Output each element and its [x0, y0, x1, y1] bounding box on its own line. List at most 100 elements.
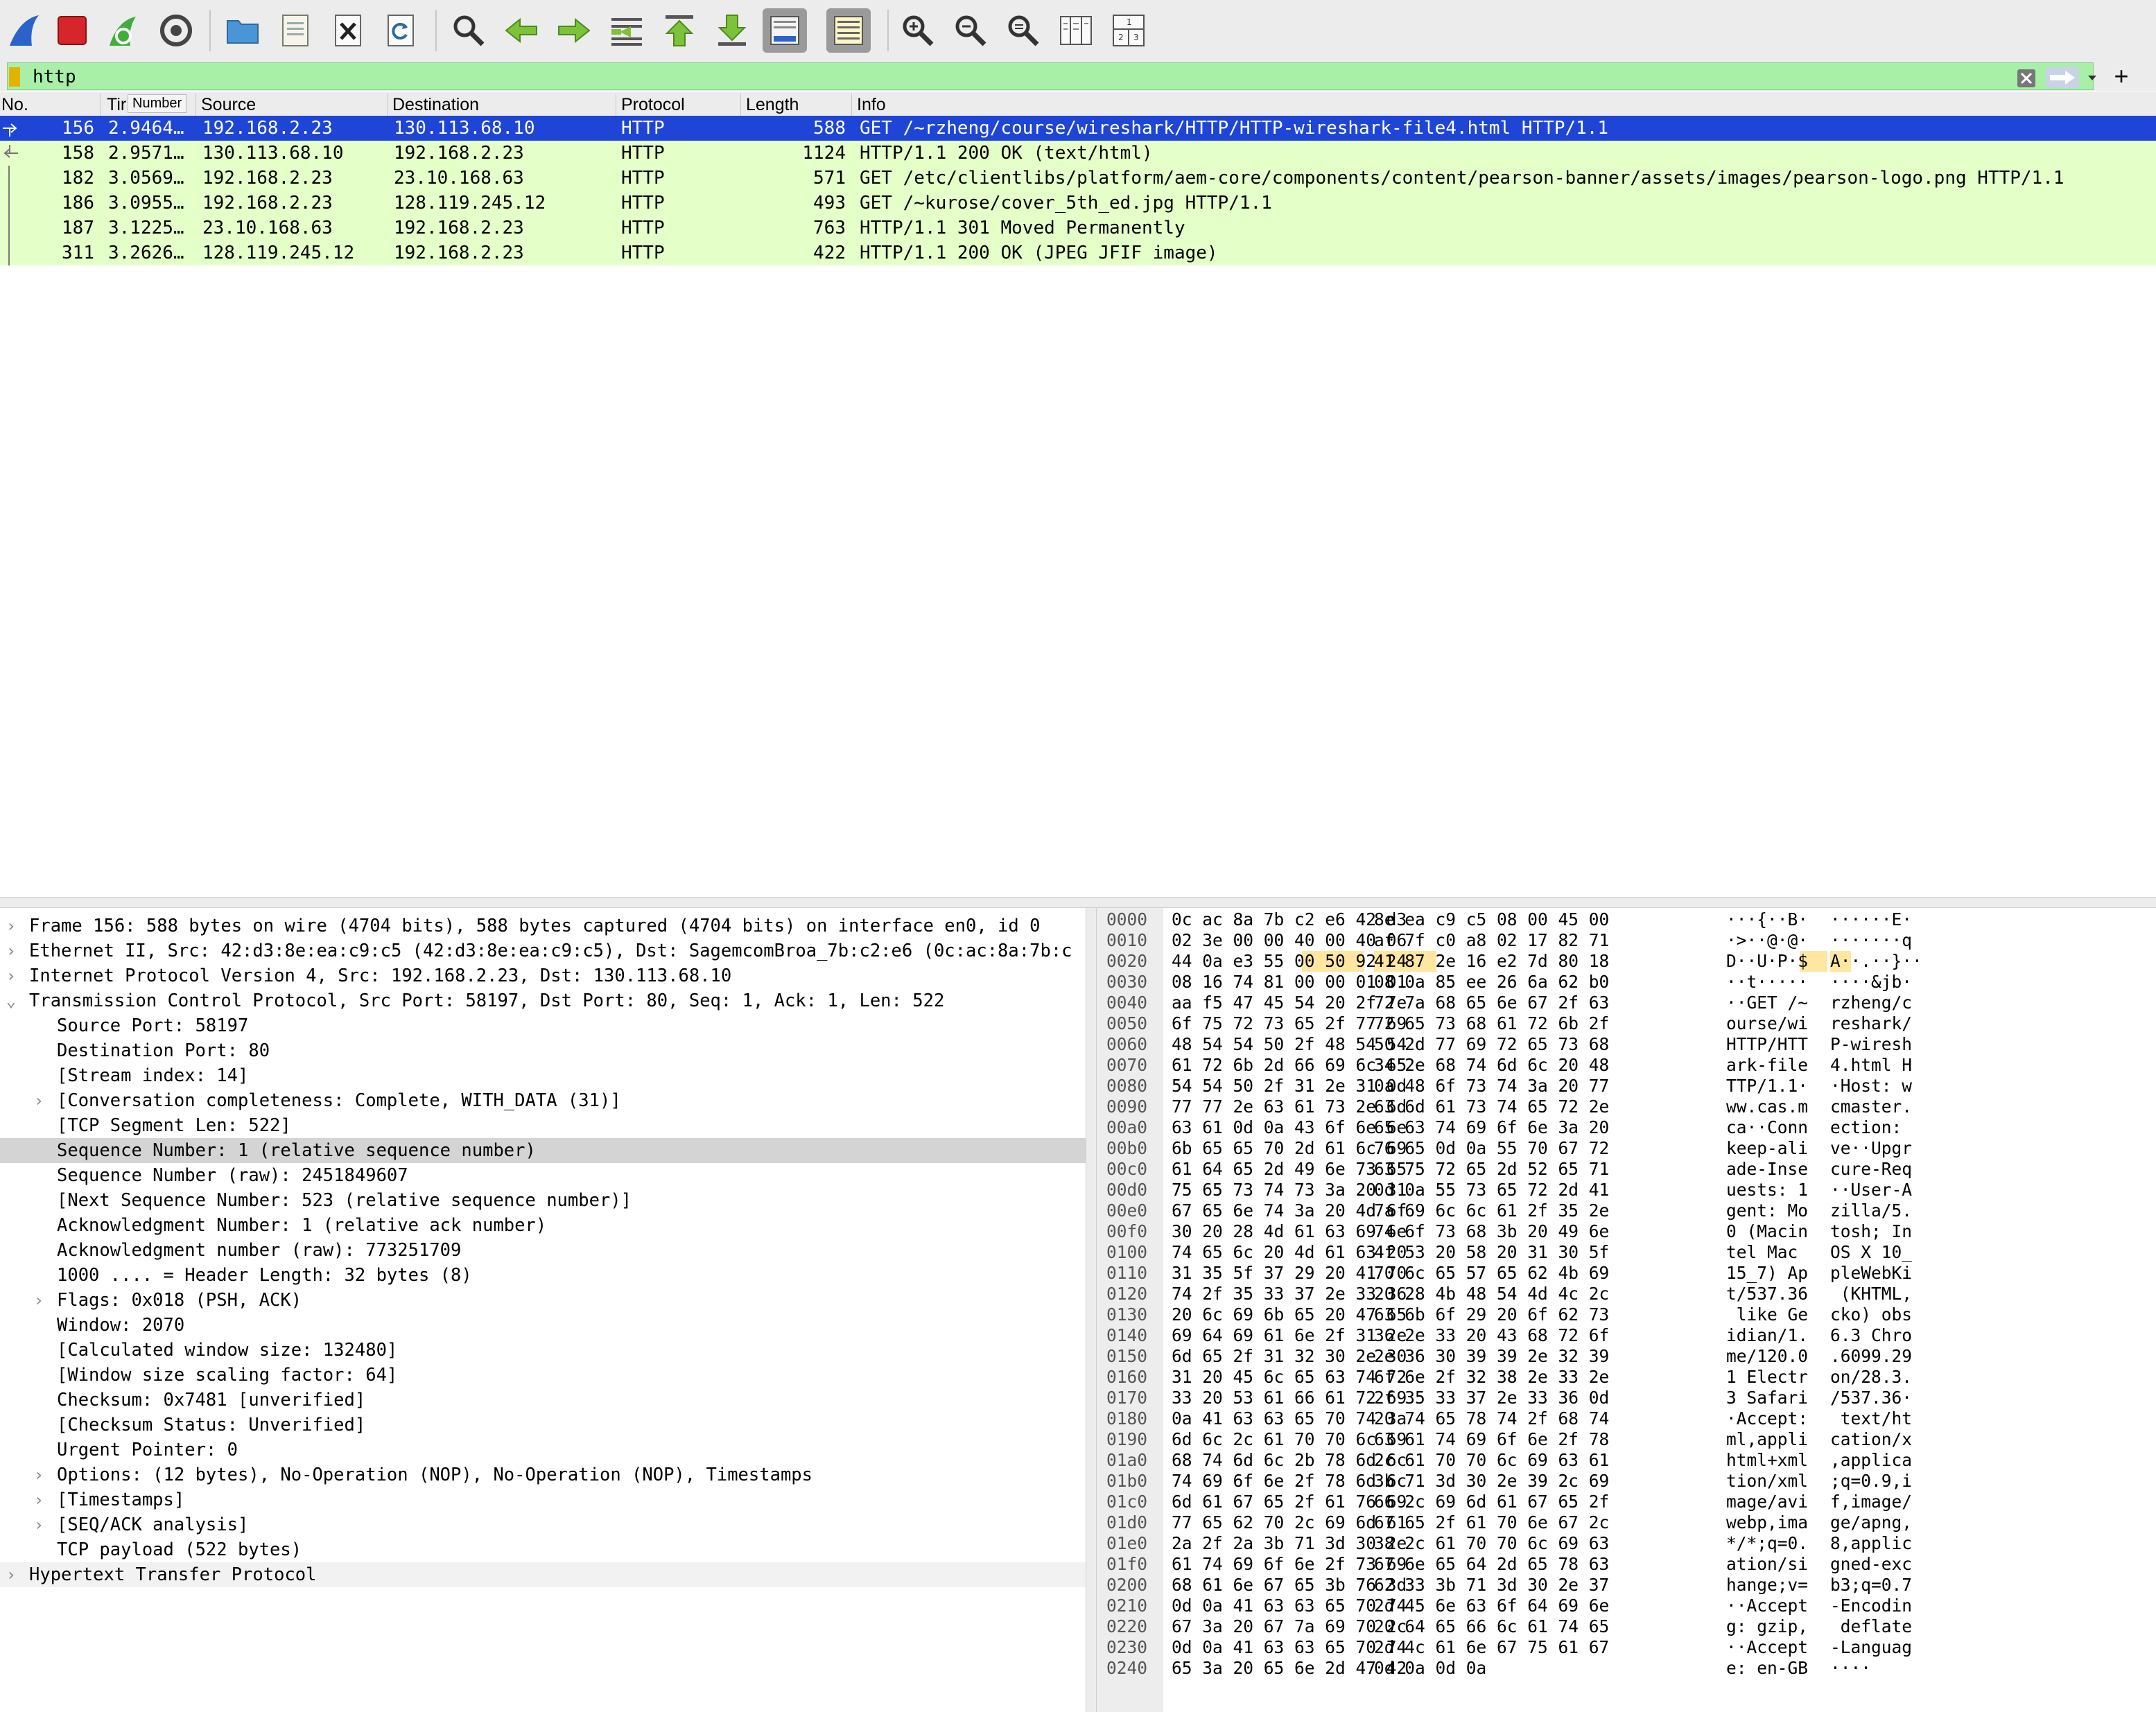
hex-bytes[interactable]: 02 3e 00 00 40 00 40 06 — [1172, 930, 1407, 951]
go-back-icon[interactable] — [499, 8, 544, 53]
hex-bytes[interactable]: 08 16 74 81 00 00 01 01 — [1172, 972, 1407, 993]
tree-item-field[interactable]: Urgent Pointer: 0 — [0, 1438, 1086, 1462]
hex-bytes[interactable]: 74 69 6f 6e 2f 78 6d 6c — [1172, 1471, 1407, 1492]
hex-bytes[interactable]: 72 65 73 68 61 72 6b 2f — [1374, 1013, 1609, 1034]
hex-bytes[interactable]: 31 35 5f 37 29 20 41 70 — [1172, 1263, 1407, 1284]
ascii-bytes[interactable]: ··t····· — [1726, 972, 1808, 993]
ascii-bytes[interactable]: 8,applic — [1830, 1533, 1912, 1554]
hex-bytes[interactable]: 08 0a 85 ee 26 6a 62 b0 — [1374, 972, 1609, 993]
resize-columns-icon[interactable] — [1054, 8, 1098, 53]
add-filter-button[interactable]: + — [2107, 62, 2135, 90]
chevron-right-icon[interactable]: › — [31, 1512, 47, 1537]
hex-bytes[interactable]: 66 2c 69 6d 61 67 65 2f — [1374, 1492, 1609, 1512]
hex-bytes[interactable]: 6b 65 65 70 2d 61 6c 69 — [1172, 1138, 1407, 1159]
hex-bytes[interactable]: 7a 69 6c 6c 61 2f 35 2e — [1374, 1200, 1609, 1221]
ascii-bytes[interactable]: D··U·P·$ — [1726, 951, 1808, 972]
ascii-bytes[interactable]: ve··Upgr — [1830, 1138, 1912, 1159]
chevron-down-icon[interactable]: ⌄ — [3, 988, 19, 1013]
hex-bytes[interactable]: 6d 6c 2c 61 70 70 6c 69 — [1172, 1429, 1407, 1450]
ascii-bytes[interactable]: html+xml — [1726, 1450, 1808, 1471]
hex-bytes[interactable]: 0a 41 63 63 65 70 74 3a — [1172, 1408, 1407, 1429]
tree-item-field[interactable]: › Options: (12 bytes), No-Operation (NOP)… — [0, 1462, 1086, 1487]
chevron-right-icon[interactable]: › — [31, 1487, 47, 1512]
column-header-no[interactable]: No. — [1, 95, 28, 114]
ascii-bytes[interactable]: .6099.29 — [1830, 1346, 1912, 1367]
go-forward-icon[interactable] — [552, 8, 596, 53]
hex-bytes[interactable]: 38 2c 61 70 70 6c 69 63 — [1374, 1533, 1609, 1554]
ascii-bytes[interactable]: ·Host: w — [1830, 1076, 1912, 1097]
tree-item-field[interactable]: [Stream index: 14] — [0, 1063, 1086, 1088]
hex-bytes[interactable]: 62 33 3b 71 3d 30 2e 37 — [1374, 1575, 1609, 1596]
ascii-bytes[interactable]: deflate — [1830, 1616, 1912, 1637]
tree-item-field[interactable]: › [Timestamps] — [0, 1487, 1086, 1512]
ascii-bytes[interactable]: ······E· — [1830, 909, 1912, 930]
hex-bytes[interactable]: 61 72 6b 2d 66 69 6c 65 — [1172, 1055, 1407, 1076]
hex-bytes[interactable]: 20 64 65 66 6c 61 74 65 — [1374, 1616, 1609, 1637]
display-filter-input[interactable]: http — [7, 62, 2096, 90]
hex-bytes[interactable]: 6d 61 67 65 2f 61 76 69 — [1172, 1492, 1407, 1512]
open-file-icon[interactable] — [220, 8, 265, 53]
hex-bytes[interactable]: 33 20 53 61 66 61 72 69 — [1172, 1388, 1407, 1408]
hex-bytes[interactable]: 70 6c 65 57 65 62 4b 69 — [1374, 1263, 1609, 1284]
ascii-bytes[interactable]: ade-Inse — [1726, 1159, 1808, 1180]
hex-bytes[interactable]: 72 7a 68 65 6e 67 2f 63 — [1374, 993, 1609, 1013]
tree-item-field[interactable]: › [SEQ/ACK analysis] — [0, 1512, 1086, 1537]
hex-bytes[interactable]: 67 3a 20 67 7a 69 70 2c — [1172, 1616, 1407, 1637]
filter-text[interactable]: http — [33, 66, 76, 88]
ascii-bytes[interactable]: ··Accept — [1726, 1596, 1808, 1616]
hex-bytes[interactable]: 65 63 74 69 6f 6e 3a 20 — [1374, 1117, 1609, 1138]
tree-item-field[interactable]: [Window size scaling factor: 64] — [0, 1363, 1086, 1388]
hex-bytes[interactable]: 76 65 0d 0a 55 70 67 72 — [1374, 1138, 1609, 1159]
hex-bytes[interactable]: 6f 6e 2f 32 38 2e 33 2e — [1374, 1367, 1609, 1388]
column-header-source[interactable]: Source — [201, 95, 256, 114]
go-to-packet-icon[interactable] — [605, 8, 649, 53]
ascii-bytes[interactable]: b3;q=0.7 — [1830, 1575, 1912, 1596]
hex-bytes[interactable]: af 7f c0 a8 02 17 82 71 — [1374, 930, 1609, 951]
hex-bytes[interactable]: 63 6b 6f 29 20 6f 62 73 — [1374, 1304, 1609, 1325]
ascii-bytes[interactable]: keep-ali — [1726, 1138, 1808, 1159]
hex-bytes[interactable]: 48 54 54 50 2f 48 54 54 — [1172, 1034, 1407, 1055]
go-last-icon[interactable] — [710, 8, 754, 53]
ascii-bytes[interactable]: */*;q=0. — [1726, 1533, 1808, 1554]
hex-bytes[interactable]: 2e 36 30 39 39 2e 32 39 — [1374, 1346, 1609, 1367]
ascii-bytes[interactable]: reshark/ — [1830, 1013, 1912, 1034]
ascii-bytes[interactable]: rzheng/c — [1830, 993, 1912, 1013]
ascii-bytes[interactable]: mage/avi — [1726, 1492, 1808, 1512]
save-file-icon[interactable] — [273, 8, 318, 53]
hex-bytes[interactable]: 20 28 4b 48 54 4d 4c 2c — [1374, 1284, 1609, 1304]
hex-bytes[interactable]: 36 2e 33 20 43 68 72 6f — [1374, 1325, 1609, 1346]
column-header-time[interactable]: Tir — [107, 95, 126, 114]
hex-bytes[interactable]: 68 61 6e 67 65 3b 76 3d — [1172, 1575, 1407, 1596]
tree-item-field[interactable]: Sequence Number (raw): 2451849607 — [0, 1163, 1086, 1188]
tree-item-protocol[interactable]: ⌄ Transmission Control Protocol, Src Port… — [0, 988, 1086, 1013]
chevron-right-icon[interactable]: › — [3, 963, 19, 988]
ascii-bytes[interactable]: ml,appli — [1726, 1429, 1808, 1450]
hex-bytes[interactable]: 3b 71 3d 30 2e 39 2c 69 — [1374, 1471, 1609, 1492]
ascii-bytes[interactable]: me/120.0 — [1726, 1346, 1808, 1367]
ascii-bytes[interactable]: g: gzip, — [1726, 1616, 1808, 1637]
hex-bytes[interactable]: 34 2e 68 74 6d 6c 20 48 — [1374, 1055, 1609, 1076]
tree-item-protocol[interactable]: › Internet Protocol Version 4, Src: 192.1… — [0, 963, 1086, 988]
ascii-bytes[interactable]: ··User-A — [1830, 1180, 1912, 1200]
hex-bytes[interactable]: 74 2f 35 33 37 2e 33 36 — [1172, 1284, 1407, 1304]
ascii-bytes[interactable]: -Encodin — [1830, 1596, 1912, 1616]
hex-bytes[interactable]: 67 65 2f 61 70 6e 67 2c — [1374, 1512, 1609, 1533]
clear-filter-icon[interactable] — [2017, 69, 2036, 88]
hex-bytes[interactable]: 0c ac 8a 7b c2 e6 42 d3 — [1172, 909, 1407, 930]
hex-bytes[interactable]: 0a 48 6f 73 74 3a 20 77 — [1374, 1076, 1609, 1097]
hex-bytes[interactable]: 75 65 73 74 73 3a 20 31 — [1172, 1180, 1407, 1200]
hex-bytes[interactable]: 63 61 0d 0a 43 6f 6e 6e — [1172, 1117, 1407, 1138]
chevron-right-icon[interactable]: › — [3, 938, 19, 963]
packet-row[interactable]: 187 3.1225… 23.10.168.63 192.168.2.23 HT… — [0, 216, 2156, 241]
hex-bytes[interactable]: 0d 0a 0d 0a — [1374, 1658, 1486, 1679]
hex-bytes[interactable]: 2d 45 6e 63 6f 64 69 6e — [1374, 1596, 1609, 1616]
ascii-bytes[interactable]: TTP/1.1· — [1726, 1076, 1808, 1097]
packet-row[interactable]: 186 3.0955… 192.168.2.23 128.119.245.12 … — [0, 191, 2156, 216]
ascii-bytes[interactable]: ation/si — [1726, 1554, 1808, 1575]
packet-row[interactable]: 158 2.9571… 130.113.68.10 192.168.2.23 H… — [0, 141, 2156, 166]
column-header-protocol[interactable]: Protocol — [621, 95, 685, 114]
hex-bytes[interactable]: 77 77 2e 63 61 73 2e 6d — [1172, 1097, 1407, 1117]
hex-bytes[interactable]: 69 64 69 61 6e 2f 31 2e — [1172, 1325, 1407, 1346]
tree-item-field[interactable]: Acknowledgment Number: 1 (relative ack n… — [0, 1213, 1086, 1238]
chevron-right-icon[interactable]: › — [31, 1088, 47, 1113]
